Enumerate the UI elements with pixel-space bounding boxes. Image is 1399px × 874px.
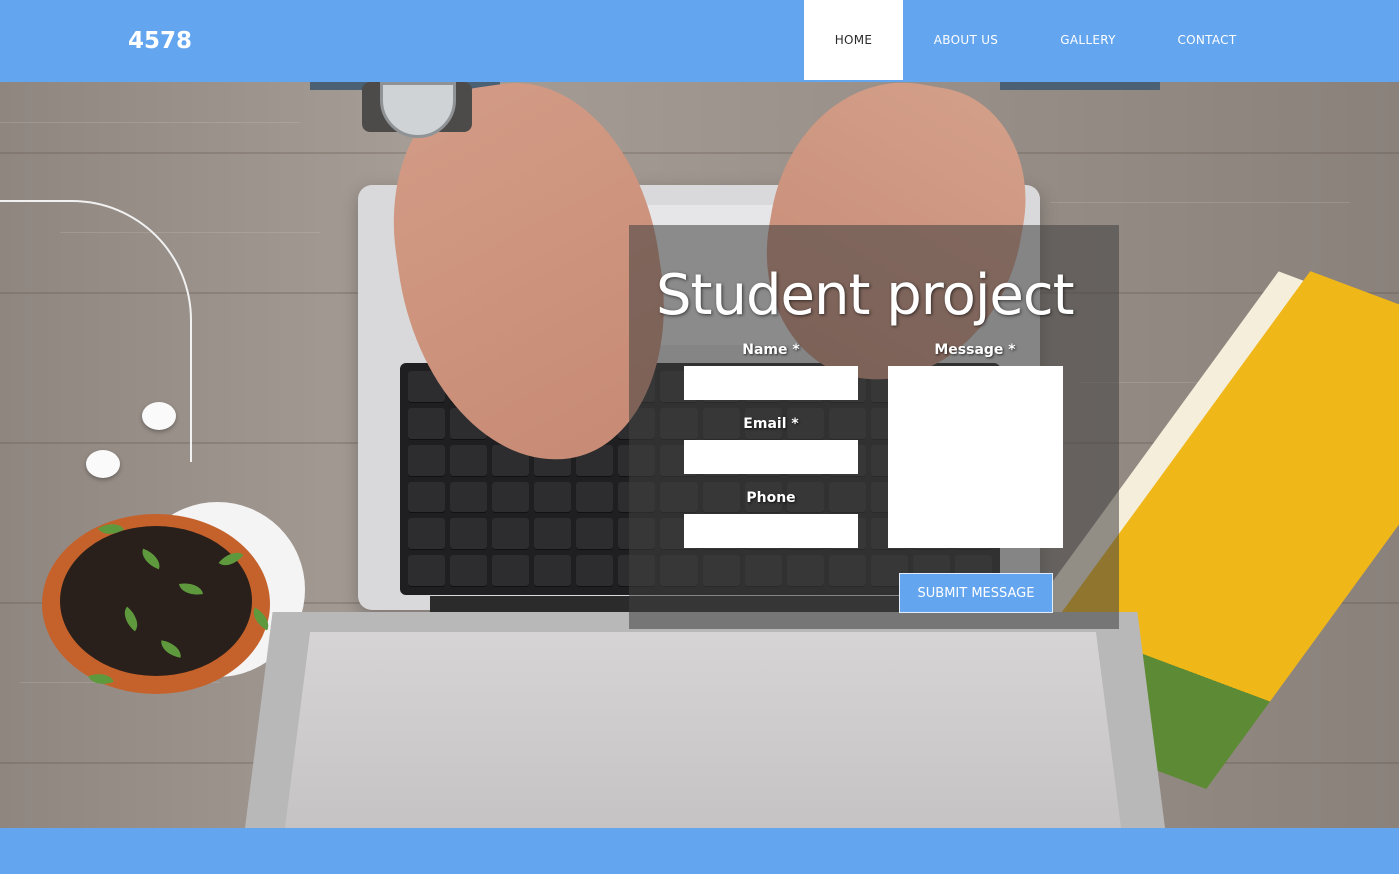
contact-form-panel: Student project Name * Email * Phone Mes… xyxy=(629,225,1119,629)
submit-message-button[interactable]: SUBMIT MESSAGE xyxy=(899,573,1053,613)
message-label: Message * xyxy=(934,342,1016,358)
hero-section: Student project Name * Email * Phone Mes… xyxy=(0,82,1399,828)
header-bar: 4578 HOME ABOUT US GALLERY CONTACT xyxy=(0,0,1399,80)
email-label: Email * xyxy=(743,416,799,432)
name-label: Name * xyxy=(742,342,800,358)
email-field[interactable] xyxy=(684,440,858,474)
nav-home[interactable]: HOME xyxy=(804,0,903,80)
nav-gallery[interactable]: GALLERY xyxy=(1029,0,1147,80)
page-title: Student project xyxy=(656,263,1075,328)
main-nav: HOME ABOUT US GALLERY CONTACT xyxy=(804,0,1267,80)
site-logo[interactable]: 4578 xyxy=(128,28,192,54)
footer-bar xyxy=(0,828,1399,874)
page: 4578 HOME ABOUT US GALLERY CONTACT Stude… xyxy=(0,0,1399,874)
phone-field[interactable] xyxy=(684,514,858,548)
name-field[interactable] xyxy=(684,366,858,400)
message-field[interactable] xyxy=(888,366,1063,548)
nav-about-us[interactable]: ABOUT US xyxy=(903,0,1029,80)
phone-label: Phone xyxy=(746,490,796,506)
nav-contact[interactable]: CONTACT xyxy=(1147,0,1267,80)
